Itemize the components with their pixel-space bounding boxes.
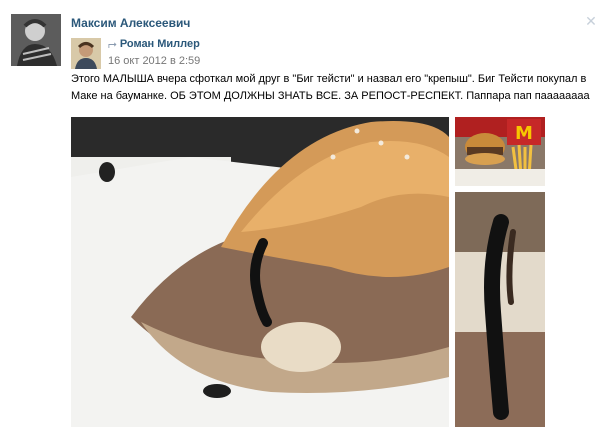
author-avatar[interactable] (11, 14, 61, 66)
repost-author-link[interactable]: Роман Миллер (120, 38, 200, 50)
post-photo-thumb-1[interactable]: M (455, 117, 545, 186)
repost-author-avatar[interactable] (71, 38, 101, 69)
post-photo-thumb-2[interactable] (455, 192, 545, 427)
repost-date[interactable]: 16 окт 2012 в 2:59 (108, 55, 200, 67)
repost-source: ⮣ Роман Миллер (108, 38, 200, 51)
post-author-link[interactable]: Максим Алексеевич (71, 16, 190, 30)
post-text: Этого МАЛЫША вчера сфоткал мой друг в "Б… (71, 73, 590, 102)
post-photo-main[interactable] (71, 117, 449, 427)
close-icon[interactable]: ✕ (583, 13, 599, 29)
svg-text:M: M (515, 123, 533, 144)
wall-post: Максим Алексеевич ✕ ⮣ Роман Миллер 16 окт… (0, 0, 610, 439)
repost-arrow-icon: ⮣ (108, 38, 117, 50)
